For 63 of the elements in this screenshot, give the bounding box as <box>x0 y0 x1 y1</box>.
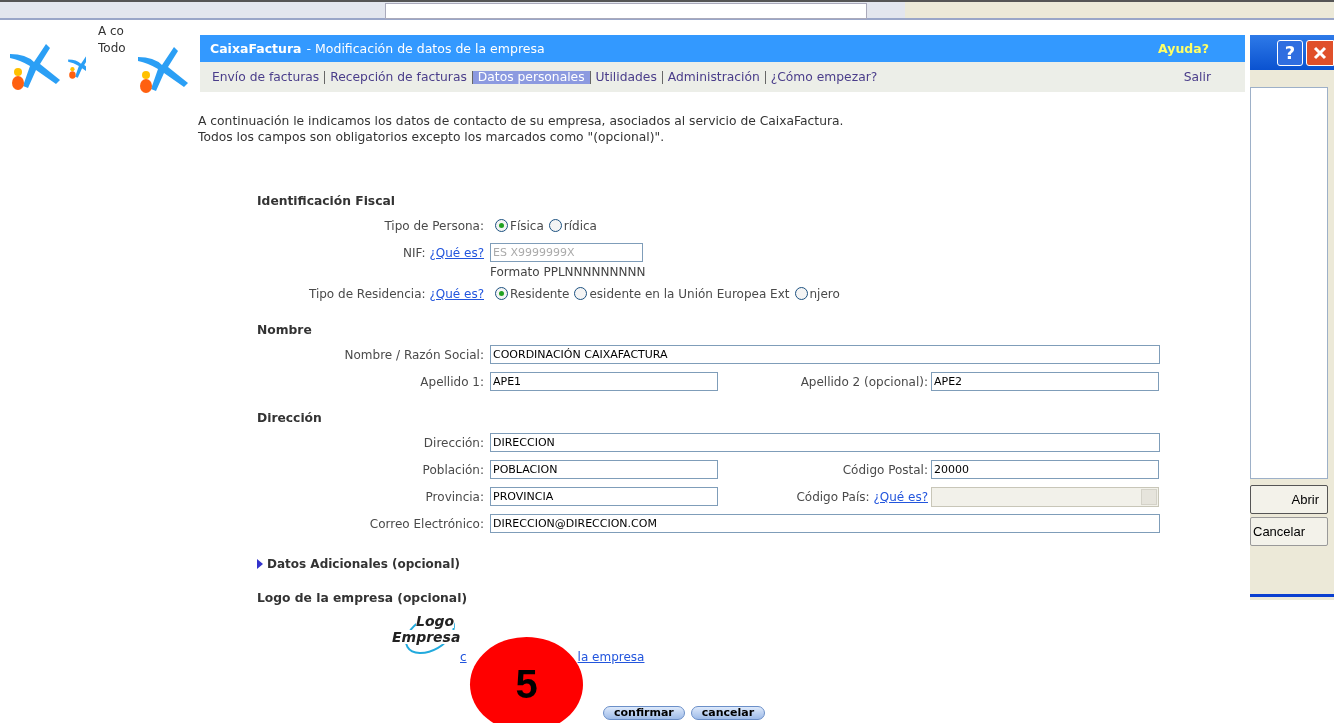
background-text: A co <box>98 23 125 40</box>
radio-button[interactable] <box>548 219 562 232</box>
nav-link[interactable]: Administración <box>661 70 765 84</box>
field-label: Tipo de Persona: <box>384 218 484 233</box>
logo-text: Logo <box>416 614 455 628</box>
logout-link[interactable]: Salir <box>1183 70 1211 84</box>
radio-button[interactable] <box>495 287 508 300</box>
dropdown-icon <box>1141 488 1157 505</box>
nav-link[interactable]: Recepción de facturas <box>324 70 472 84</box>
section-heading: Nombre <box>257 322 313 339</box>
text-field[interactable]: 20000 <box>931 460 1159 479</box>
radio-label: esidente en la Unión Europea Ext <box>589 286 790 301</box>
field-label: Código Postal: <box>842 462 928 477</box>
radio-button[interactable] <box>495 219 508 232</box>
format-hint: Formato PPLNNNNNNNNN <box>490 265 647 279</box>
radio-label: Física <box>510 218 544 233</box>
radio-label: njero <box>809 286 840 301</box>
help-link[interactable]: ¿Qué es? <box>429 245 484 260</box>
help-link[interactable]: ¿Qué es? <box>429 286 484 301</box>
field-label: Apellido 1: <box>420 374 484 389</box>
field-label: Nombre / Razón Social: <box>344 347 484 362</box>
intro-text: Todos los campos son obligatorios excepto los marcados como "(opcional)". <box>198 129 666 145</box>
field-label: Provincia: <box>425 489 484 504</box>
field-label: Apellido 2 (opcional): <box>800 374 928 389</box>
change-logo-link[interactable]: la empresa <box>577 650 645 664</box>
text-field[interactable]: COORDINACIÓN CAIXAFACTURA <box>490 345 1160 364</box>
text-field[interactable]: DIRECCION@DIRECCION.COM <box>490 514 1160 533</box>
additional-data-toggle[interactable]: Datos Adicionales (opcional) <box>257 554 1187 574</box>
text-field[interactable]: APE2 <box>931 372 1159 391</box>
field-label: Código País: <box>796 489 870 504</box>
text-field[interactable]: DIRECCION <box>490 433 1160 452</box>
logo-text: Empresa <box>392 630 461 644</box>
dialog-button[interactable]: Abrir <box>1250 485 1328 514</box>
close-button[interactable] <box>1306 39 1334 66</box>
radio-label: Residente <box>510 286 570 301</box>
field-label: NIF: <box>403 245 426 260</box>
form-button[interactable]: cancelar <box>690 706 766 720</box>
radio-button[interactable] <box>574 287 588 300</box>
field-label: Población: <box>422 462 484 477</box>
dialog-button[interactable]: Cancelar <box>1250 517 1328 546</box>
nif-field[interactable]: ES X9999999X <box>490 243 643 262</box>
nav-link[interactable]: ¿Cómo empezar? <box>764 70 883 84</box>
text-field[interactable]: APE1 <box>490 372 718 391</box>
radio-label: rídica <box>563 218 597 233</box>
text-field[interactable]: POBLACION <box>490 460 718 479</box>
page-title: - Modificación de datos de la empresa <box>306 41 545 56</box>
intro-text: A continuación le indicamos los datos de contacto de su empresa, asociados al servicio de CaixaFactura. <box>198 113 845 129</box>
radio-button[interactable] <box>794 287 808 300</box>
form-button[interactable]: confirmar <box>603 706 685 720</box>
change-logo-link[interactable]: c <box>460 650 467 664</box>
field-label: Correo Electrónico: <box>369 516 484 531</box>
close-icon <box>1312 44 1328 61</box>
field-label: Dirección: <box>423 435 484 450</box>
app-brand: CaixaFactura <box>210 41 302 56</box>
field-label: Tipo de Residencia: <box>308 286 426 301</box>
background-text: Todo <box>98 40 127 57</box>
nav-link[interactable]: Envío de facturas <box>212 70 325 84</box>
section-heading: Logo de la empresa (opcional) <box>257 590 468 607</box>
help-button[interactable]: ? <box>1277 39 1303 66</box>
section-heading: Dirección <box>257 410 323 427</box>
section-heading: Identificación Fiscal <box>257 193 396 210</box>
text-field[interactable]: PROVINCIA <box>490 487 718 506</box>
nav-link[interactable]: Utilidades <box>589 70 662 84</box>
